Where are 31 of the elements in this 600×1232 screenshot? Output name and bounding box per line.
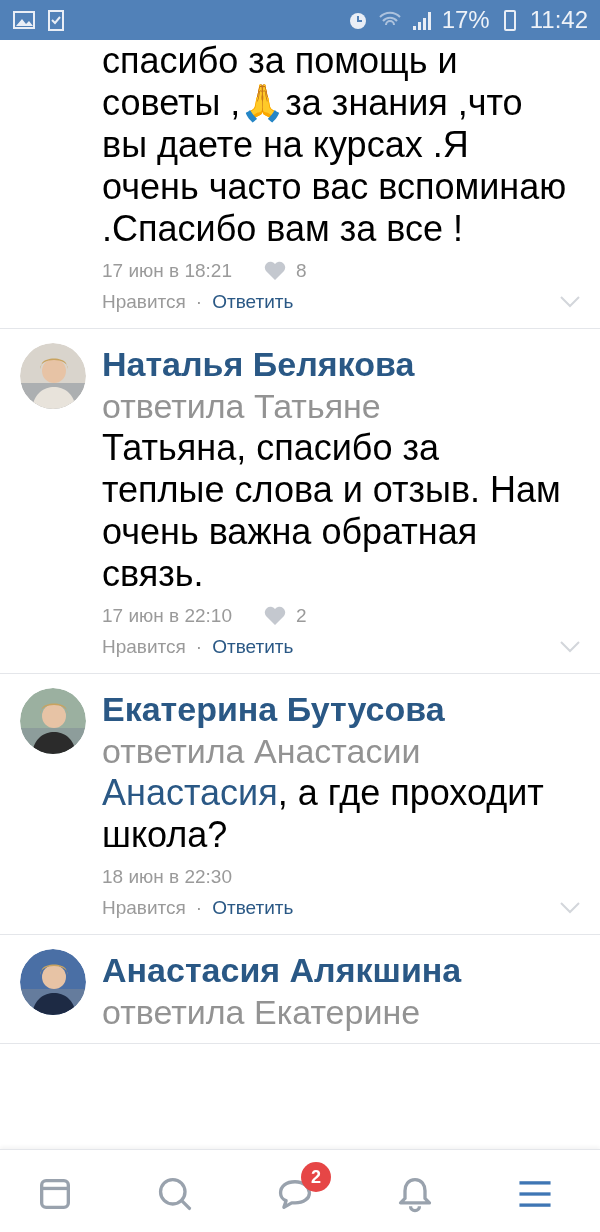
comment-text: спасибо за помощь и советы ,🙏за знания ,что вы даете на курсах .Я очень часто вас вспоминаю .Спасибо вам за все ! — [102, 40, 568, 250]
comment-text: Анастасия, а где проходит школа? — [102, 772, 545, 856]
author-name[interactable]: Наталья Белякова — [102, 343, 580, 385]
mention-link[interactable]: Анастасия — [102, 772, 278, 813]
heart-icon — [263, 606, 286, 626]
heart-icon — [263, 261, 286, 281]
reply-link[interactable]: Ответить — [212, 897, 294, 919]
like-count: 8 — [295, 260, 307, 282]
separator-dot: · — [195, 897, 203, 919]
like-count: 2 — [295, 605, 307, 627]
separator-dot: · — [195, 636, 203, 658]
chevron-down-icon[interactable] — [560, 641, 580, 653]
comment-date: 18 июн в 22:30 — [102, 866, 232, 888]
battery-percent: 17% — [441, 6, 490, 34]
author-name[interactable]: Анастасия Алякшина — [102, 949, 580, 991]
chat-bubble-tab[interactable]: 2 — [269, 1162, 331, 1220]
comment-text: Татьяна, спасибо за теплые слова и отзыв. Нам очень важна обратная связь. — [102, 427, 562, 595]
reply-to-label: ответила Татьяне — [102, 386, 382, 427]
chevron-down-icon[interactable] — [560, 296, 580, 308]
author-name[interactable]: Екатерина Бутусова — [102, 688, 580, 730]
clock-time: 11:42 — [529, 6, 588, 34]
chevron-down-icon[interactable] — [560, 902, 580, 914]
separator-dot: · — [195, 291, 203, 313]
reply-to-label: ответила Екатерине — [102, 992, 422, 1033]
comment-date: 17 июн в 22:10 — [102, 605, 232, 627]
reply-to-label: ответила Анастасии — [102, 731, 422, 772]
reply-link[interactable]: Ответить — [212, 291, 294, 313]
image-icon — [12, 8, 36, 32]
reply-link[interactable]: Ответить — [212, 636, 294, 658]
comment-date: 17 июн в 18:21 — [102, 260, 232, 282]
unread-badge: 2 — [301, 1162, 331, 1192]
